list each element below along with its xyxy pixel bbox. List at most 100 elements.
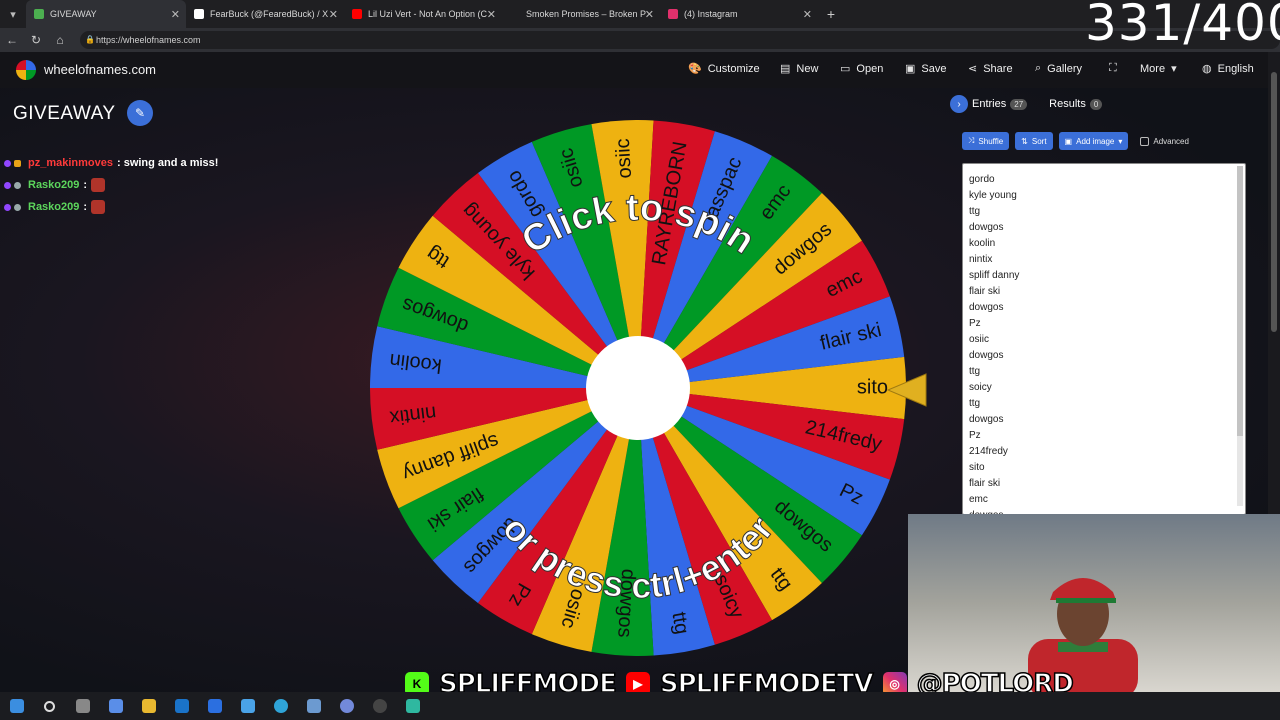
- close-tab-icon[interactable]: ✕: [803, 8, 812, 21]
- tab-smoken-promises[interactable]: Smoken Promises – Broken Promi ✕: [502, 0, 660, 28]
- open-button[interactable]: ▭ Open: [840, 62, 883, 76]
- entry-item[interactable]: Pz: [969, 428, 1019, 444]
- tab-instagram[interactable]: (4) Instagram ✕: [660, 0, 818, 28]
- entry-item[interactable]: ttg: [969, 364, 1019, 380]
- entry-item[interactable]: nintix: [969, 252, 1019, 268]
- entry-item[interactable]: koolin: [969, 236, 1019, 252]
- chat-line: Rasko209 :: [4, 196, 304, 218]
- fullscreen-button[interactable]: ⛶: [1109, 62, 1117, 75]
- tab-entries-label: Entries: [972, 98, 1007, 110]
- entry-item[interactable]: ttg: [969, 396, 1019, 412]
- edit-title-button[interactable]: ✎: [127, 100, 153, 126]
- chat-username: Rasko209: [28, 179, 80, 191]
- scrollbar-thumb[interactable]: [1271, 72, 1277, 332]
- entry-item[interactable]: kyle young: [969, 188, 1019, 204]
- chat-message: : swing and a miss!: [116, 157, 219, 169]
- add-image-label: Add image: [1076, 136, 1115, 146]
- chat-message: :: [83, 179, 88, 191]
- globe-icon: ◍: [1202, 63, 1212, 75]
- entry-item[interactable]: flair ski: [969, 476, 1019, 492]
- new-button[interactable]: ▤ New: [780, 62, 818, 76]
- language-button[interactable]: ◍ English: [1202, 62, 1254, 76]
- sort-label: Sort: [1031, 136, 1047, 146]
- sort-button[interactable]: ⇅ Sort: [1015, 132, 1053, 150]
- entry-item[interactable]: flair ski: [969, 284, 1019, 300]
- customize-label: Customize: [707, 62, 760, 75]
- close-tab-icon[interactable]: ✕: [171, 8, 180, 21]
- tab-label: GIVEAWAY: [50, 9, 97, 19]
- new-tab-icon[interactable]: +: [818, 6, 844, 22]
- copilot-icon[interactable]: [99, 692, 132, 720]
- obs-icon[interactable]: [363, 692, 396, 720]
- add-image-button[interactable]: ▣ Add image ▾: [1058, 132, 1129, 150]
- outlook-icon[interactable]: [165, 692, 198, 720]
- home-icon[interactable]: ⌂: [48, 33, 72, 47]
- store-icon[interactable]: [198, 692, 231, 720]
- wheel-segment-label: osiic: [612, 138, 636, 179]
- entries-panel: › Entries 27 Results 0 ⤨ Shuffle ⇅ Sort ▣ A…: [950, 95, 1260, 515]
- wheel-graphic[interactable]: sito214fredyPzdowgosttgsoicyttgdowgososi…: [368, 118, 908, 658]
- start-icon[interactable]: [0, 692, 33, 720]
- wheel[interactable]: sito 214fredy Pz dowgos ttg soicy ttg dowgos osi…: [368, 118, 908, 658]
- search-icon[interactable]: [33, 692, 66, 720]
- taskbar: [0, 692, 1280, 720]
- entry-item[interactable]: spliff danny: [969, 268, 1019, 284]
- app-icon[interactable]: [396, 692, 429, 720]
- entry-item[interactable]: Pz: [969, 316, 1019, 332]
- entry-item[interactable]: dowgos: [969, 412, 1019, 428]
- edge-icon[interactable]: [264, 692, 297, 720]
- wheel-center[interactable]: [586, 336, 690, 440]
- scrollbar-thumb[interactable]: [1237, 166, 1243, 436]
- back-icon[interactable]: ←: [0, 33, 24, 47]
- site-header: wheelofnames.com 🎨 Customize ▤ New ▭ Open ▣…: [0, 52, 1268, 88]
- entry-item[interactable]: sito: [969, 460, 1019, 476]
- tab-youtube[interactable]: Lil Uzi Vert - Not An Option (C ✕: [344, 0, 502, 28]
- checkbox-icon[interactable]: [1140, 136, 1150, 146]
- site-name[interactable]: wheelofnames.com: [44, 62, 156, 77]
- badge-icon: [4, 159, 11, 167]
- results-count-badge: 0: [1089, 98, 1103, 110]
- tab-list-icon[interactable]: ▾: [0, 0, 26, 28]
- entry-item[interactable]: dowgos: [969, 220, 1019, 236]
- save-label: Save: [921, 62, 947, 75]
- entry-item[interactable]: dowgos: [969, 348, 1019, 364]
- entry-item[interactable]: ttg: [969, 204, 1019, 220]
- discord-icon[interactable]: [330, 692, 363, 720]
- share-button[interactable]: ⋖ Share: [968, 62, 1013, 76]
- close-tab-icon[interactable]: ✕: [645, 8, 654, 21]
- entries-textarea[interactable]: gordo kyle young ttg dowgos koolin nintix spli…: [962, 163, 1246, 515]
- gallery-button[interactable]: ⌕ Gallery: [1035, 62, 1082, 75]
- save-button[interactable]: ▣ Save: [905, 62, 947, 76]
- more-button[interactable]: More ▾: [1140, 62, 1177, 76]
- textarea-scrollbar[interactable]: [1237, 166, 1243, 506]
- collapse-icon[interactable]: ›: [950, 95, 968, 113]
- customize-button[interactable]: 🎨 Customize: [688, 62, 760, 76]
- app-icon[interactable]: [231, 692, 264, 720]
- advanced-checkbox[interactable]: Advanced: [1140, 136, 1189, 146]
- app-icon[interactable]: [297, 692, 330, 720]
- wheel-logo-icon[interactable]: [16, 60, 36, 80]
- tab-results[interactable]: Results 0: [1049, 98, 1103, 110]
- share-label: Share: [983, 62, 1013, 75]
- tab-label: Lil Uzi Vert - Not An Option (C: [368, 9, 488, 19]
- entry-item[interactable]: soicy: [969, 380, 1019, 396]
- tab-fearbuck[interactable]: FearBuck (@FearedBuck) / X ✕: [186, 0, 344, 28]
- close-tab-icon[interactable]: ✕: [487, 8, 496, 21]
- chat-username: pz_makinmoves: [28, 157, 113, 169]
- entry-item[interactable]: osiic: [969, 332, 1019, 348]
- file-explorer-icon[interactable]: [132, 692, 165, 720]
- entry-item[interactable]: 214fredy: [969, 444, 1019, 460]
- tab-label: FearBuck (@FearedBuck) / X: [210, 9, 329, 19]
- entry-item[interactable]: dowgos: [969, 300, 1019, 316]
- shuffle-button[interactable]: ⤨ Shuffle: [962, 132, 1010, 150]
- entry-item[interactable]: gordo: [969, 172, 1019, 188]
- tab-giveaway[interactable]: GIVEAWAY ✕: [26, 0, 186, 28]
- close-tab-icon[interactable]: ✕: [329, 8, 338, 21]
- emote-icon: [91, 200, 106, 214]
- reload-icon[interactable]: ↻: [24, 33, 48, 47]
- task-view-icon[interactable]: [66, 692, 99, 720]
- entry-item[interactable]: emc: [969, 492, 1019, 508]
- wheel-segment-label: ttg: [667, 610, 693, 636]
- tab-entries[interactable]: › Entries 27: [950, 95, 1028, 113]
- badge-icon: [14, 203, 21, 211]
